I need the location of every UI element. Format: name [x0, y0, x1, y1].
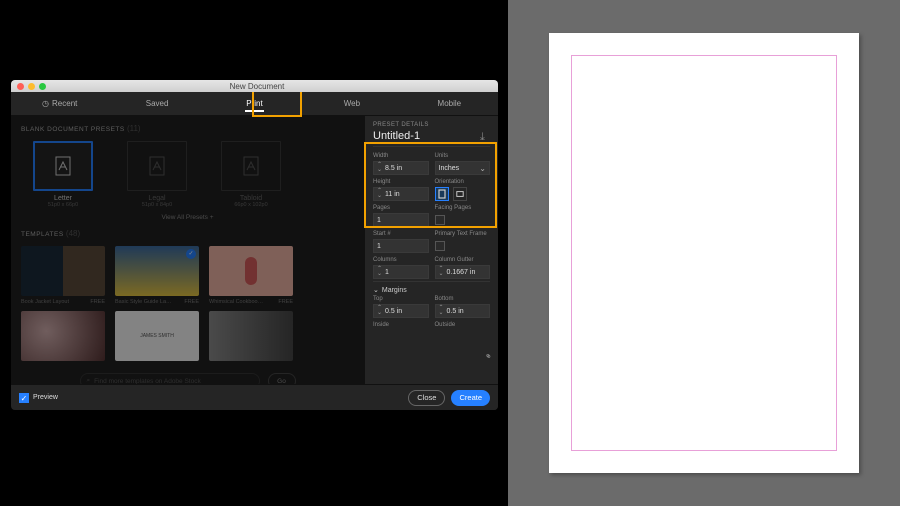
tutorial-left-panel: New Document ◷Recent Saved Print Web Mob… [0, 0, 508, 506]
template-row2-b[interactable]: JAMES SMITH [115, 311, 199, 361]
preset-legal[interactable]: Legal 51p0 x 84p0 [115, 141, 199, 208]
category-tabs: ◷Recent Saved Print Web Mobile [11, 92, 498, 116]
preview-checkbox[interactable] [19, 393, 29, 403]
stepper-icon: ⌃⌄ [377, 163, 382, 173]
clock-icon: ◷ [42, 99, 49, 108]
margin-top-field[interactable]: ⌃⌄0.5 in [373, 304, 429, 318]
width-field[interactable]: ⌃⌄8.5 in [373, 161, 429, 175]
tab-saved[interactable]: Saved [108, 93, 205, 114]
create-button[interactable]: Create [451, 390, 490, 406]
result-preview-panel [508, 0, 900, 506]
preset-details-panel: PRESET DETAILS Untitled-1⤓ Width Units ⌃… [364, 116, 498, 410]
margin-guide [571, 55, 837, 451]
gutter-field[interactable]: ⌃⌄0.1667 in [435, 265, 491, 279]
view-all-presets[interactable]: View All Presets + [21, 214, 354, 221]
stepper-icon: ⌃⌄ [439, 267, 444, 277]
document-name[interactable]: Untitled-1 [373, 130, 420, 142]
template-style-guide[interactable]: ✓ Basic Style Guide La…FREE [115, 246, 199, 305]
stepper-icon: ⌃⌄ [377, 306, 382, 316]
template-book-jacket[interactable]: Book Jacket LayoutFREE [21, 246, 105, 305]
tab-print[interactable]: Print [206, 93, 303, 114]
orientation-landscape[interactable] [453, 187, 467, 201]
zoom-window-icon[interactable] [39, 83, 46, 90]
new-document-dialog: ◷Recent Saved Print Web Mobile BLANK DOC… [11, 80, 498, 410]
window-titlebar: New Document [11, 80, 498, 92]
blank-page [549, 33, 859, 473]
dialog-footer: Preview Close Create [11, 384, 498, 410]
pages-field[interactable]: 1 [373, 213, 429, 227]
facing-pages-checkbox[interactable] [435, 215, 445, 225]
close-window-icon[interactable] [17, 83, 24, 90]
preset-tabloid[interactable]: Tabloid 66p0 x 102p0 [209, 141, 293, 208]
presets-panel: BLANK DOCUMENT PRESETS (11) Letter 51p0 … [11, 116, 364, 410]
tab-recent[interactable]: ◷Recent [11, 93, 108, 114]
close-button[interactable]: Close [408, 390, 445, 406]
presets-heading: BLANK DOCUMENT PRESETS [21, 126, 125, 133]
tab-web[interactable]: Web [303, 93, 400, 114]
height-field[interactable]: ⌃⌄11 in [373, 187, 429, 201]
minimize-window-icon[interactable] [28, 83, 35, 90]
stepper-icon: ⌃⌄ [439, 306, 444, 316]
margins-disclosure[interactable]: ⌄Margins [373, 281, 490, 294]
link-margins-icon[interactable]: ⚭ [482, 350, 495, 363]
templates-heading: TEMPLATES [21, 231, 64, 238]
primary-text-frame-checkbox[interactable] [435, 241, 445, 251]
template-row2-a[interactable] [21, 311, 105, 361]
stepper-icon: ⌃⌄ [377, 267, 382, 277]
start-number-field[interactable]: 1 [373, 239, 429, 253]
details-heading: PRESET DETAILS [373, 122, 490, 128]
tab-mobile[interactable]: Mobile [401, 93, 498, 114]
template-cookbook[interactable]: Whimsical Cookboo…FREE [209, 246, 293, 305]
template-row2-c[interactable] [209, 311, 293, 361]
chevron-down-icon: ⌄ [373, 286, 379, 294]
stepper-icon: ⌃⌄ [377, 189, 382, 199]
save-preset-icon[interactable]: ⤓ [480, 131, 490, 141]
units-select[interactable]: Inches [435, 161, 491, 175]
orientation-portrait[interactable] [435, 187, 449, 201]
preset-letter[interactable]: Letter 51p0 x 66p0 [21, 141, 105, 208]
window-title: New Document [46, 82, 468, 91]
columns-field[interactable]: ⌃⌄1 [373, 265, 429, 279]
margin-bottom-field[interactable]: ⌃⌄0.5 in [435, 304, 491, 318]
cloud-badge-icon: ✓ [186, 249, 196, 259]
